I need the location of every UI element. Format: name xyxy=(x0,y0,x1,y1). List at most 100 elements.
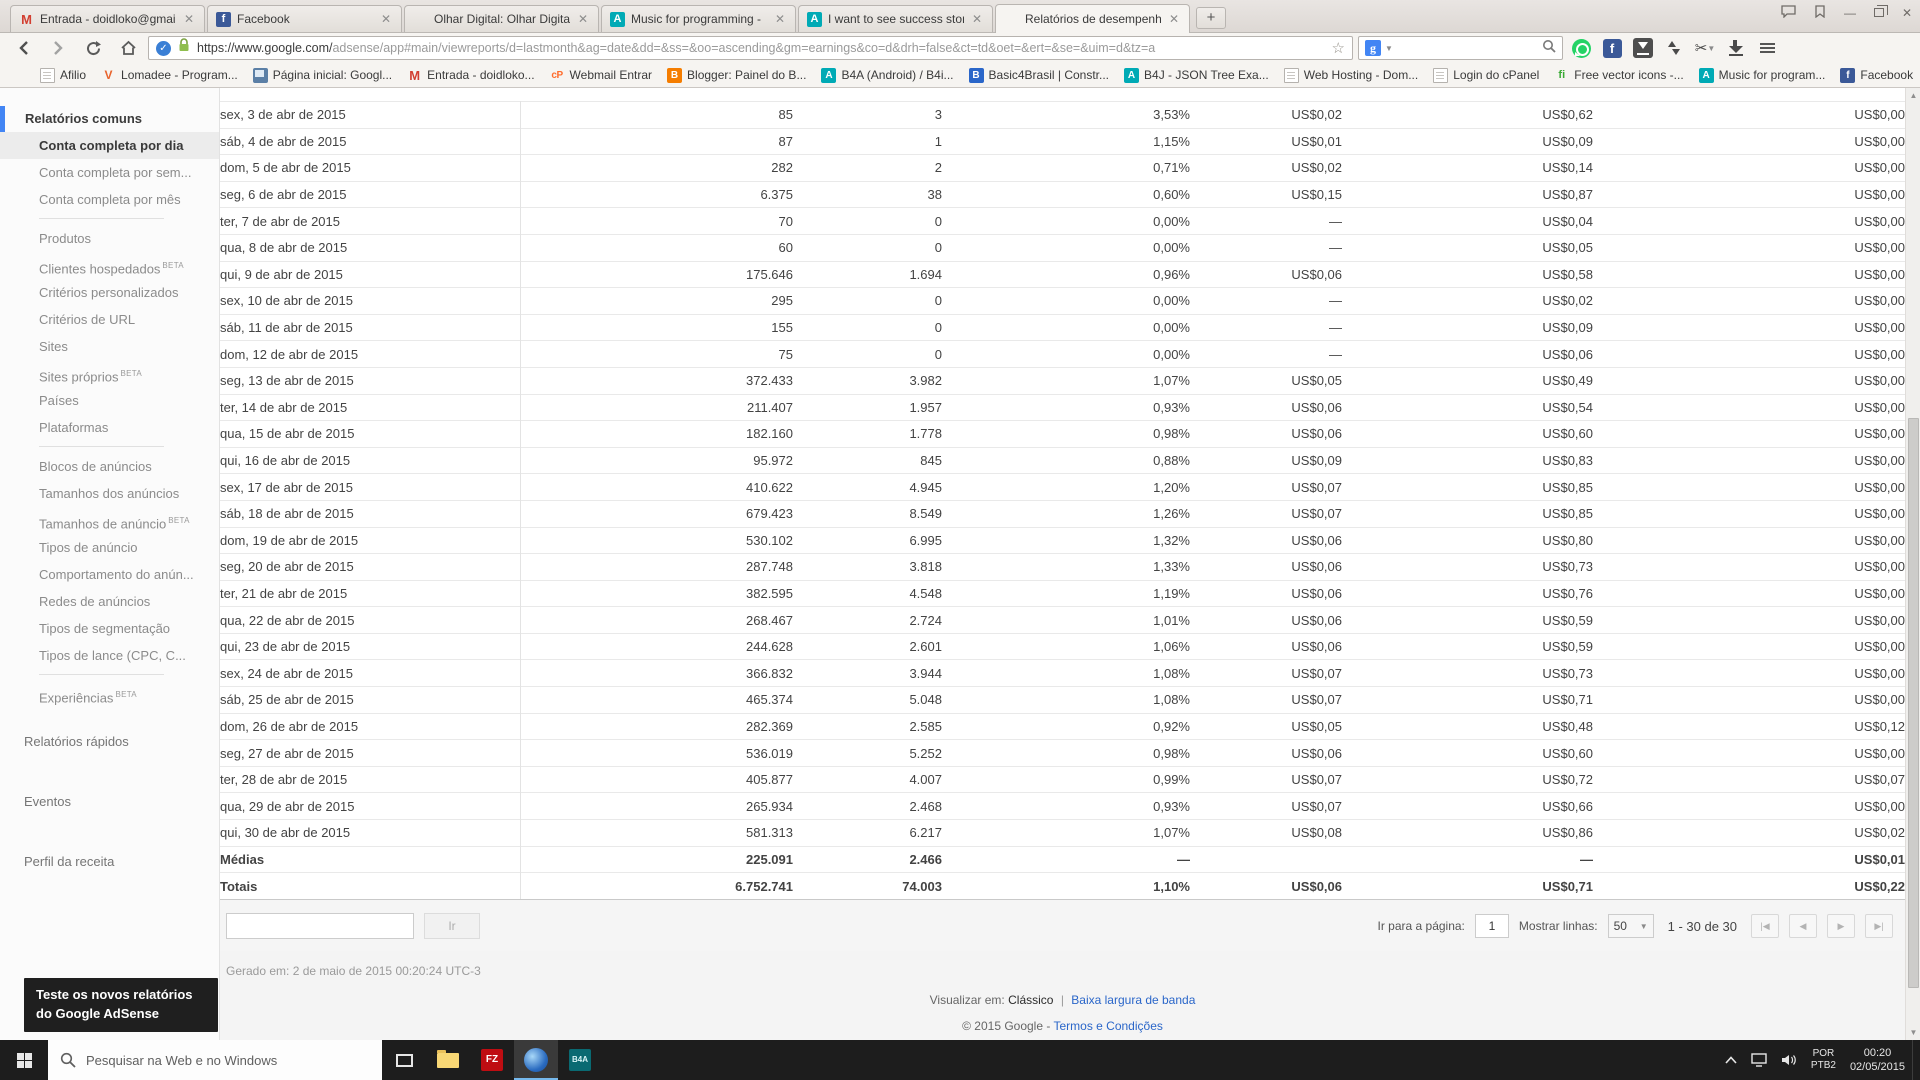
bookmark-item[interactable]: AB4A (Android) / B4i... xyxy=(821,68,953,83)
sidebar-item[interactable]: Sites xyxy=(0,333,219,360)
sidebar-item[interactable]: Sites própriosBETA xyxy=(0,360,219,387)
sidebar-item[interactable]: Comportamento do anún... xyxy=(0,561,219,588)
volume-icon[interactable] xyxy=(1774,1040,1804,1080)
google-search-engine-icon[interactable]: g xyxy=(1365,40,1381,56)
go-button[interactable]: Ir xyxy=(424,913,480,939)
sidebar-item[interactable]: Tipos de segmentação xyxy=(0,615,219,642)
bookmark-item[interactable]: VLomadee - Program... xyxy=(101,68,238,83)
rows-per-page-select[interactable]: 50▼ xyxy=(1608,914,1654,938)
bookmark-item[interactable]: Login do cPanel xyxy=(1433,68,1539,83)
sidebar-item[interactable]: Conta completa por sem... xyxy=(0,159,219,186)
bookmark-star-icon[interactable]: ☆ xyxy=(1332,39,1345,57)
browser-tab[interactable]: Relatórios de desempenho✕ xyxy=(995,4,1190,33)
sidebar-item[interactable]: Blocos de anúncios xyxy=(0,453,219,480)
file-explorer-button[interactable] xyxy=(426,1040,470,1080)
restore-button[interactable] xyxy=(1874,6,1884,20)
browser-taskbar-button[interactable] xyxy=(514,1040,558,1080)
browser-tab[interactable]: MEntrada - doidloko@gmail✕ xyxy=(10,5,205,32)
search-bar[interactable]: g ▼ xyxy=(1358,36,1563,60)
sidebar-item[interactable]: Tipos de lance (CPC, C... xyxy=(0,642,219,669)
sidebar-item[interactable]: Plataformas xyxy=(0,414,219,441)
taskbar-clock[interactable]: 00:2002/05/2015 xyxy=(1843,1040,1912,1080)
bookmark-item[interactable]: BBlogger: Painel do B... xyxy=(667,68,806,83)
sidebar-section-header[interactable]: Relatórios rápidos xyxy=(0,728,219,755)
sidebar-section-header[interactable]: Eventos xyxy=(0,788,219,815)
bookmark-item[interactable]: fFacebook xyxy=(1840,68,1913,83)
scroll-up-arrow[interactable]: ▲ xyxy=(1906,88,1920,103)
tab-close-icon[interactable]: ✕ xyxy=(1167,12,1181,26)
sidebar-item[interactable]: Redes de anúncios xyxy=(0,588,219,615)
scroll-down-arrow[interactable]: ▼ xyxy=(1906,1025,1920,1040)
show-desktop-strip[interactable] xyxy=(1912,1040,1920,1080)
sidebar-item[interactable]: Clientes hospedadosBETA xyxy=(0,252,219,279)
facebook-extension-icon[interactable]: f xyxy=(1599,36,1625,60)
sidebar-item[interactable]: Tipos de anúncio xyxy=(0,534,219,561)
tab-close-icon[interactable]: ✕ xyxy=(773,12,787,26)
downloads-icon[interactable] xyxy=(1723,36,1749,60)
home-button[interactable] xyxy=(113,36,143,60)
page-number-input[interactable]: 1 xyxy=(1475,914,1509,938)
back-button[interactable] xyxy=(8,36,38,60)
menu-hamburger-icon[interactable] xyxy=(1754,36,1780,60)
b4a-button[interactable]: B4A xyxy=(558,1040,602,1080)
bookmark-item[interactable]: fiFree vector icons -... xyxy=(1554,68,1683,83)
reload-button[interactable] xyxy=(78,36,108,60)
taskbar-search-box[interactable]: Pesquisar na Web e no Windows xyxy=(48,1040,382,1080)
previous-page-button[interactable]: ◀ xyxy=(1789,914,1817,938)
url-bar[interactable]: ✓ https://www.google.com/adsense/app#mai… xyxy=(148,36,1353,60)
language-indicator[interactable]: PORPTB2 xyxy=(1804,1040,1843,1080)
close-button[interactable]: ✕ xyxy=(1902,6,1912,20)
new-tab-button[interactable]: + xyxy=(1196,7,1226,29)
next-page-button[interactable]: ▶ xyxy=(1827,914,1855,938)
search-magnifier-icon[interactable] xyxy=(1542,39,1556,58)
bookmark-item[interactable]: Afilio xyxy=(40,68,86,83)
bookmark-item[interactable]: BBasic4Brasil | Constr... xyxy=(969,68,1110,83)
bookmark-item[interactable]: cPWebmail Entrar xyxy=(550,68,652,83)
display-icon[interactable] xyxy=(1744,1040,1774,1080)
tab-close-icon[interactable]: ✕ xyxy=(970,12,984,26)
tab-close-icon[interactable]: ✕ xyxy=(379,12,393,26)
low-bandwidth-link[interactable]: Baixa largura de banda xyxy=(1071,993,1195,1007)
filter-input[interactable] xyxy=(226,913,414,939)
scrollbar-thumb[interactable] xyxy=(1908,418,1919,988)
browser-tab[interactable]: AI want to see success storie✕ xyxy=(798,5,993,32)
minimize-button[interactable]: — xyxy=(1844,6,1856,20)
tab-close-icon[interactable]: ✕ xyxy=(182,12,196,26)
start-button[interactable] xyxy=(0,1040,48,1080)
hidden-icons-chevron[interactable] xyxy=(1718,1040,1744,1080)
browser-tab[interactable]: AMusic for programming -✕ xyxy=(601,5,796,32)
sidebar-item[interactable]: ExperiênciasBETA xyxy=(0,681,219,708)
browser-tab[interactable]: Olhar Digital: Olhar Digital:✕ xyxy=(404,5,599,32)
sidebar-item[interactable]: Critérios de URL xyxy=(0,306,219,333)
sidebar-item[interactable]: Conta completa por mês xyxy=(0,186,219,213)
filezilla-button[interactable]: FZ xyxy=(470,1040,514,1080)
apps-grid-icon[interactable] xyxy=(10,68,25,83)
search-engine-dropdown-icon[interactable]: ▼ xyxy=(1385,44,1393,53)
sidebar-section-header[interactable]: Perfil da receita xyxy=(0,848,219,875)
last-page-button[interactable]: ▶| xyxy=(1865,914,1893,938)
whatsapp-extension-icon[interactable] xyxy=(1568,36,1594,60)
sort-arrows-extension-icon[interactable] xyxy=(1661,36,1687,60)
sidebar-item[interactable]: Tamanhos de anúncioBETA xyxy=(0,507,219,534)
terms-link[interactable]: Termos e Condições xyxy=(1053,1019,1162,1033)
panel-icon[interactable] xyxy=(1814,5,1826,21)
bookmark-item[interactable]: Página inicial: Googl... xyxy=(253,68,392,83)
sidebar-item[interactable]: Critérios personalizados xyxy=(0,279,219,306)
chat-icon[interactable] xyxy=(1781,5,1796,21)
forward-button[interactable] xyxy=(43,36,73,60)
sidebar-item[interactable]: Conta completa por dia xyxy=(0,132,219,159)
sidebar-item[interactable]: Países xyxy=(0,387,219,414)
bookmark-item[interactable]: AB4J - JSON Tree Exa... xyxy=(1124,68,1269,83)
scissors-extension-icon[interactable]: ✂▼ xyxy=(1692,36,1718,60)
bookmark-item[interactable]: Web Hosting - Dom... xyxy=(1284,68,1418,83)
task-view-button[interactable] xyxy=(382,1040,426,1080)
bookmark-item[interactable]: AMusic for program... xyxy=(1699,68,1826,83)
tab-close-icon[interactable]: ✕ xyxy=(576,12,590,26)
bookmark-item[interactable]: MEntrada - doidloko... xyxy=(407,68,534,83)
sidebar-item[interactable]: Tamanhos dos anúncios xyxy=(0,480,219,507)
sidebar-item[interactable]: Produtos xyxy=(0,225,219,252)
site-identity-icon[interactable]: ✓ xyxy=(156,41,171,56)
first-page-button[interactable]: |◀ xyxy=(1751,914,1779,938)
browser-tab[interactable]: fFacebook✕ xyxy=(207,5,402,32)
sidebar-header-relatorios-comuns[interactable]: Relatórios comuns xyxy=(0,106,219,132)
